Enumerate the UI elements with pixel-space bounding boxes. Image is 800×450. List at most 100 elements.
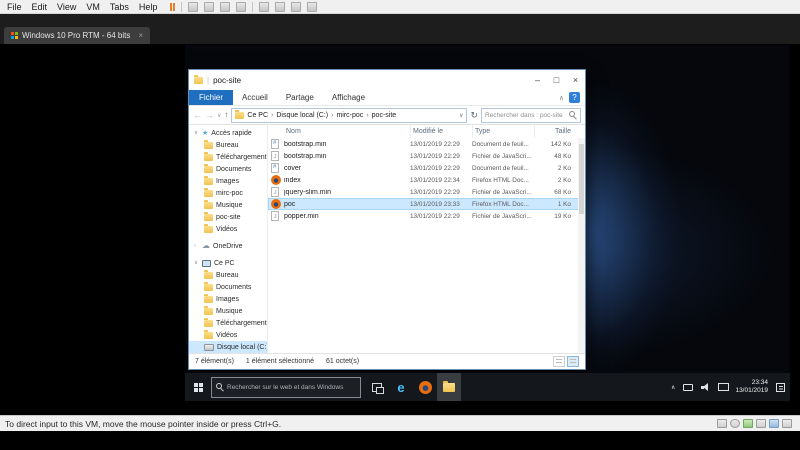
revert-snapshot-icon[interactable] (220, 1, 231, 12)
column-header-name[interactable]: Nom (284, 125, 410, 138)
sidebar-item-qa-videos[interactable]: Vidéos (189, 223, 267, 235)
sidebar-item-pc-bureau[interactable]: Bureau (189, 269, 267, 281)
details-view-icon[interactable] (553, 356, 565, 367)
sidebar-item-local-disk-c[interactable]: Disque local (C:) (189, 341, 267, 353)
sidebar-item-qa-telechargements[interactable]: Téléchargements (189, 151, 267, 163)
sidebar-item-pc-videos[interactable]: Vidéos (189, 329, 267, 341)
sidebar-item-qa-bureau[interactable]: Bureau (189, 139, 267, 151)
explorer-search-input[interactable] (485, 111, 567, 119)
collapse-ribbon-icon[interactable]: ∧ (559, 94, 564, 102)
sidebar-item-pc-musique[interactable]: Musique (189, 305, 267, 317)
sound-card-icon[interactable] (769, 419, 779, 428)
hidden-icons-chevron[interactable]: ∧ (671, 384, 675, 391)
menu-view[interactable]: View (52, 1, 81, 13)
close-icon[interactable]: × (138, 31, 143, 40)
column-header-type[interactable]: Type (472, 125, 534, 138)
file-row[interactable]: index 13/01/2019 22:34 Firefox HTML Doc.… (268, 174, 585, 186)
touch-keyboard-icon[interactable] (683, 383, 694, 391)
sidebar-item-pc-telechargements[interactable]: Téléchargements (189, 317, 267, 329)
back-icon[interactable]: ← (193, 110, 202, 120)
taskbar-search-box[interactable] (211, 376, 361, 398)
file-row[interactable]: bootstrap.min 13/01/2019 22:29 Document … (268, 138, 585, 150)
vm-tab[interactable]: Windows 10 Pro RTM - 64 bits × (4, 27, 151, 44)
sidebar-quick-access[interactable]: ∨ ★ Accès rapide (189, 127, 267, 139)
taskbar-explorer-button[interactable] (437, 373, 461, 401)
menu-help[interactable]: Help (134, 1, 163, 13)
menu-tabs[interactable]: Tabs (105, 1, 134, 13)
tab-affichage[interactable]: Affichage (323, 90, 374, 105)
recent-locations-icon[interactable]: ∨ (217, 112, 221, 119)
column-header-modified[interactable]: Modifié le (410, 125, 472, 138)
task-view-button[interactable] (365, 373, 389, 401)
sidebar-onedrive[interactable]: › ☁ OneDrive (189, 240, 267, 252)
file-row[interactable]: cover 13/01/2019 22:29 Document de feuil… (268, 162, 585, 174)
show-library-icon[interactable] (259, 1, 270, 12)
vertical-scrollbar[interactable] (578, 138, 585, 353)
sidebar-this-pc[interactable]: ∨ Ce PC (189, 257, 267, 269)
taskbar-edge-button[interactable]: e (389, 373, 413, 401)
tab-partage[interactable]: Partage (277, 90, 323, 105)
menu-edit[interactable]: Edit (27, 1, 53, 13)
sidebar-label: Vidéos (216, 331, 238, 339)
thumbnails-view-icon[interactable] (567, 356, 579, 367)
explorer-search-box[interactable] (481, 107, 581, 123)
column-header-size[interactable]: Taille (534, 125, 575, 138)
close-button[interactable]: × (566, 70, 585, 90)
up-icon[interactable]: ↑ (224, 111, 228, 119)
tab-fichier[interactable]: Fichier (189, 90, 234, 105)
network-adapter-icon[interactable] (743, 419, 753, 428)
sidebar-item-qa-musique[interactable]: Musique (189, 199, 267, 211)
sidebar-item-qa-documents[interactable]: Documents (189, 163, 267, 175)
snapshot-icon[interactable] (204, 1, 215, 12)
help-icon[interactable]: ? (569, 92, 580, 103)
forward-icon[interactable]: → (205, 110, 214, 120)
breadcrumb-ce-pc[interactable]: Ce PC (247, 112, 268, 119)
file-row[interactable]: bootstrap.min 13/01/2019 22:29 Fichier d… (268, 150, 585, 162)
unity-view-icon[interactable] (291, 1, 302, 12)
usb-controller-icon[interactable] (756, 419, 766, 428)
file-row[interactable]: popper.min 13/01/2019 22:29 Fichier de J… (268, 210, 585, 222)
css-file-icon (271, 163, 279, 173)
window-title: poc-site (213, 75, 242, 85)
tab-accueil[interactable]: Accueil (233, 90, 277, 105)
windows-logo-icon (193, 382, 203, 392)
maximize-button[interactable]: □ (547, 70, 566, 90)
sidebar-item-pc-documents[interactable]: Documents (189, 281, 267, 293)
file-row-selected[interactable]: poc 13/01/2019 23:33 Firefox HTML Doc...… (268, 198, 585, 210)
system-tray: ∧ 23:34 13/01/2019 (671, 379, 790, 395)
folder-icon (204, 281, 213, 291)
minimize-button[interactable]: – (528, 70, 547, 90)
breadcrumb-mirc-poc[interactable]: mirc-poc (336, 112, 363, 119)
refresh-icon[interactable]: ↻ (470, 110, 478, 120)
explorer-title-bar[interactable]: | poc-site – □ × (189, 70, 585, 90)
suspend-vm-icon[interactable] (170, 2, 176, 11)
scrollbar-thumb[interactable] (579, 144, 584, 214)
breadcrumb-poc-site[interactable]: poc-site (372, 112, 397, 119)
hard-disk-icon[interactable] (717, 419, 727, 428)
network-icon[interactable] (718, 383, 730, 391)
console-view-icon[interactable] (275, 1, 286, 12)
file-row[interactable]: jquery-slim.min 13/01/2019 22:29 Fichier… (268, 186, 585, 198)
sidebar-item-qa-mirc-poc[interactable]: mirc-poc (189, 187, 267, 199)
sidebar-item-pc-images[interactable]: Images (189, 293, 267, 305)
breadcrumb-disque-local[interactable]: Disque local (C:) (276, 112, 328, 119)
address-dropdown-icon[interactable]: ∨ (459, 112, 463, 119)
address-bar[interactable]: Ce PC › Disque local (C:) › mirc-poc › p… (231, 107, 468, 123)
send-ctrl-alt-del-icon[interactable] (188, 1, 199, 12)
start-button[interactable] (185, 373, 211, 401)
file-size: 1 Ko (557, 200, 571, 208)
cdrom-icon[interactable] (730, 419, 740, 428)
taskbar-firefox-button[interactable] (413, 373, 437, 401)
sidebar-item-qa-images[interactable]: Images (189, 175, 267, 187)
taskbar-search-input[interactable] (227, 383, 356, 391)
menu-file[interactable]: File (2, 1, 27, 13)
sidebar-label: Documents (216, 283, 252, 291)
volume-icon[interactable] (701, 383, 710, 392)
taskbar-clock[interactable]: 23:34 13/01/2019 (735, 379, 768, 395)
fullscreen-icon[interactable] (307, 1, 318, 12)
menu-vm[interactable]: VM (81, 1, 105, 13)
manage-snapshots-icon[interactable] (236, 1, 247, 12)
sidebar-item-qa-poc-site[interactable]: poc-site (189, 211, 267, 223)
action-center-icon[interactable] (776, 382, 785, 392)
printer-icon[interactable] (782, 419, 792, 428)
